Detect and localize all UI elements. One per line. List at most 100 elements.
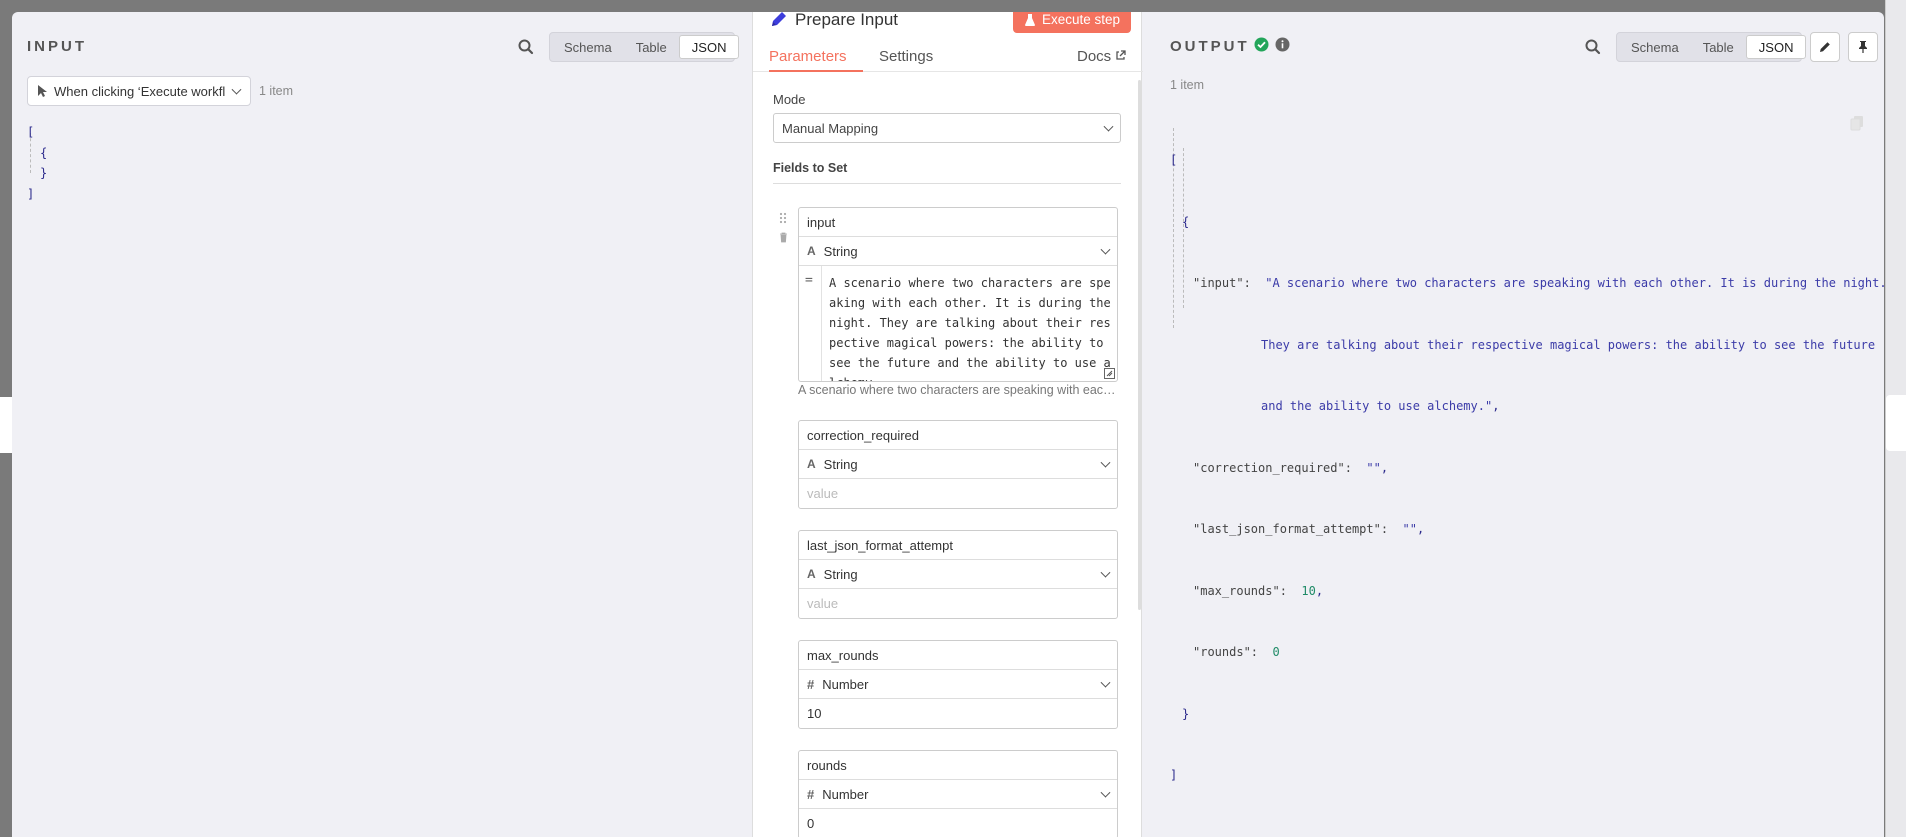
- trigger-node-select-label: When clicking ‘Execute workfl: [54, 83, 226, 99]
- output-view-switcher: Schema Table JSON: [1616, 32, 1807, 62]
- chevron-down-icon: [1103, 121, 1114, 132]
- json-entry-max-rounds: "max_rounds": 10,: [1193, 583, 1324, 598]
- tab-settings[interactable]: Settings: [879, 48, 933, 65]
- edit-output-button[interactable]: [1810, 32, 1840, 62]
- field-value-input[interactable]: 0: [799, 809, 1117, 837]
- json-close-bracket: ]: [27, 186, 35, 201]
- json-string-value: "": [1402, 522, 1417, 536]
- view-table-button[interactable]: Table: [624, 35, 679, 59]
- chevron-down-icon: [1100, 457, 1111, 468]
- json-entry-rounds: "rounds": 0: [1170, 642, 1884, 663]
- field-value-input[interactable]: value: [799, 589, 1117, 618]
- canvas-node-fragment: [0, 397, 12, 453]
- field-value-input[interactable]: value: [799, 479, 1117, 508]
- chevron-down-icon: [1100, 567, 1111, 578]
- scrollbar[interactable]: [1138, 80, 1141, 610]
- chevron-down-icon: [1100, 677, 1111, 688]
- field-max-rounds: max_rounds # Number 10: [798, 640, 1118, 729]
- json-key: "correction_required":: [1193, 460, 1352, 475]
- pin-output-button[interactable]: [1848, 32, 1878, 62]
- trash-icon[interactable]: [779, 232, 788, 243]
- output-item-count: 1 item: [1170, 78, 1205, 92]
- field-name-input[interactable]: input: [799, 208, 1117, 237]
- input-json-view: [ { } ]: [27, 122, 47, 204]
- field-type-select[interactable]: # Number: [799, 670, 1117, 699]
- pencil-icon: [1820, 42, 1830, 52]
- node-parameters-panel: Prepare Input Execute step Parameters Se…: [752, 12, 1143, 837]
- view-table-button[interactable]: Table: [1691, 35, 1746, 59]
- view-schema-button[interactable]: Schema: [1619, 35, 1691, 59]
- resize-handle-icon[interactable]: [1104, 368, 1115, 379]
- drag-handle-icon[interactable]: [779, 212, 787, 224]
- field-type-label: String: [823, 566, 858, 582]
- string-type-icon: A: [807, 244, 816, 258]
- fields-to-set-label: Fields to Set: [773, 161, 848, 175]
- json-open-brace: {: [40, 145, 48, 160]
- input-panel-title: INPUT: [27, 38, 87, 55]
- search-icon[interactable]: [515, 36, 537, 58]
- field-type-select[interactable]: A String: [799, 237, 1117, 266]
- view-schema-button[interactable]: Schema: [552, 35, 624, 59]
- json-string-value: "A scenario where two characters are spe…: [1265, 276, 1884, 290]
- tab-parameters[interactable]: Parameters: [769, 48, 847, 65]
- field-name-input[interactable]: correction_required: [799, 421, 1117, 450]
- flask-icon: [1024, 13, 1035, 26]
- pin-icon: [1859, 41, 1867, 53]
- mode-select[interactable]: Manual Mapping: [773, 113, 1121, 143]
- docs-link[interactable]: Docs: [1077, 48, 1127, 65]
- field-value-textarea[interactable]: = A scenario where two characters are sp…: [799, 266, 1117, 381]
- input-view-switcher: Schema Table JSON: [549, 32, 740, 62]
- cursor-pointer-icon: [38, 85, 47, 97]
- node-title[interactable]: Prepare Input: [795, 12, 898, 30]
- field-name-input[interactable]: last_json_format_attempt: [799, 531, 1117, 560]
- field-type-label: String: [823, 456, 858, 472]
- field-value-input[interactable]: 10: [799, 699, 1117, 728]
- divider: [773, 183, 1121, 184]
- string-type-icon: A: [807, 457, 816, 471]
- json-string-value: They are talking about their respective …: [1261, 337, 1876, 352]
- json-open-brace: {: [1182, 214, 1190, 229]
- json-close-brace: }: [40, 166, 48, 180]
- json-close-brace: }: [1182, 706, 1190, 721]
- execute-step-button[interactable]: Execute step: [1013, 12, 1131, 33]
- string-type-icon: A: [807, 567, 816, 581]
- mode-select-value: Manual Mapping: [782, 120, 879, 136]
- field-type-select[interactable]: # Number: [799, 780, 1117, 809]
- chevron-down-icon: [231, 84, 242, 95]
- search-icon[interactable]: [1582, 36, 1604, 58]
- view-json-button[interactable]: JSON: [678, 35, 740, 59]
- json-key: "last_json_format_attempt":: [1193, 522, 1389, 536]
- output-json-view: [ { "input": "A scenario where two chara…: [1170, 109, 1884, 827]
- trigger-node-select[interactable]: When clicking ‘Execute workfl: [27, 76, 251, 106]
- active-tab-indicator: [769, 70, 863, 72]
- field-rounds: rounds # Number 0: [798, 750, 1118, 837]
- input-panel: INPUT Schema Table JSON When clicking ‘E…: [12, 12, 752, 837]
- field-value-text: A scenario where two characters are spea…: [829, 276, 1111, 381]
- output-panel-title: OUTPUT: [1170, 38, 1250, 55]
- field-type-label: Number: [822, 786, 869, 802]
- success-check-icon: [1254, 37, 1269, 52]
- json-entry-last-json-format-attempt: "last_json_format_attempt": "",: [1193, 522, 1425, 536]
- view-json-button[interactable]: JSON: [1745, 35, 1807, 59]
- number-type-icon: #: [807, 786, 815, 802]
- number-type-icon: #: [807, 676, 815, 692]
- canvas-edge: [1885, 0, 1906, 837]
- field-name-input[interactable]: max_rounds: [799, 641, 1117, 670]
- json-number-value: 0: [1272, 645, 1280, 659]
- field-type-select[interactable]: A String: [799, 560, 1117, 589]
- external-link-icon: [1116, 50, 1127, 60]
- field-type-select[interactable]: A String: [799, 450, 1117, 479]
- field-name-input[interactable]: rounds: [799, 751, 1117, 780]
- info-icon[interactable]: [1275, 37, 1290, 52]
- node-details-modal: INPUT Schema Table JSON When clicking ‘E…: [12, 12, 1884, 837]
- json-entry-input: "input": "A scenario where two character…: [1170, 273, 1884, 294]
- json-number-value: 10: [1301, 583, 1316, 598]
- pencil-icon: [772, 12, 786, 26]
- field-last-json-format-attempt: last_json_format_attempt A String value: [798, 530, 1118, 619]
- chevron-down-icon: [1100, 787, 1111, 798]
- field-type-label: Number: [822, 676, 869, 692]
- docs-link-label: Docs: [1077, 48, 1112, 65]
- input-item-count: 1 item: [259, 84, 294, 98]
- chevron-down-icon: [1100, 244, 1111, 255]
- json-key: "input":: [1193, 276, 1251, 290]
